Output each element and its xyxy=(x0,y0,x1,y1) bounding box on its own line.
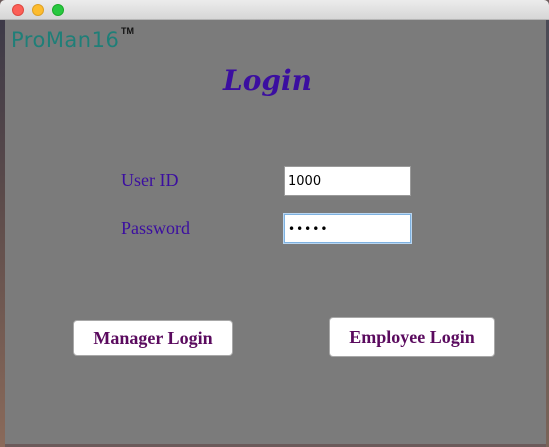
page-title: Login xyxy=(223,64,312,97)
password-label: Password xyxy=(121,218,191,238)
app-logo: ProMan16 xyxy=(11,28,120,52)
trademark-symbol: TM xyxy=(121,26,134,36)
user-id-input[interactable] xyxy=(284,166,411,196)
login-window: ProMan16 TM Login User ID Password Manag… xyxy=(0,0,549,447)
password-input[interactable] xyxy=(284,214,411,243)
window-close-button[interactable] xyxy=(12,4,24,16)
window-minimize-button[interactable] xyxy=(32,4,44,16)
user-id-label: User ID xyxy=(121,170,179,190)
window-titlebar[interactable] xyxy=(0,0,549,20)
window-maximize-button[interactable] xyxy=(52,4,64,16)
manager-login-button[interactable]: Manager Login xyxy=(73,320,233,356)
employee-login-button[interactable]: Employee Login xyxy=(329,317,495,357)
login-panel: ProMan16 TM Login User ID Password Manag… xyxy=(5,20,546,444)
